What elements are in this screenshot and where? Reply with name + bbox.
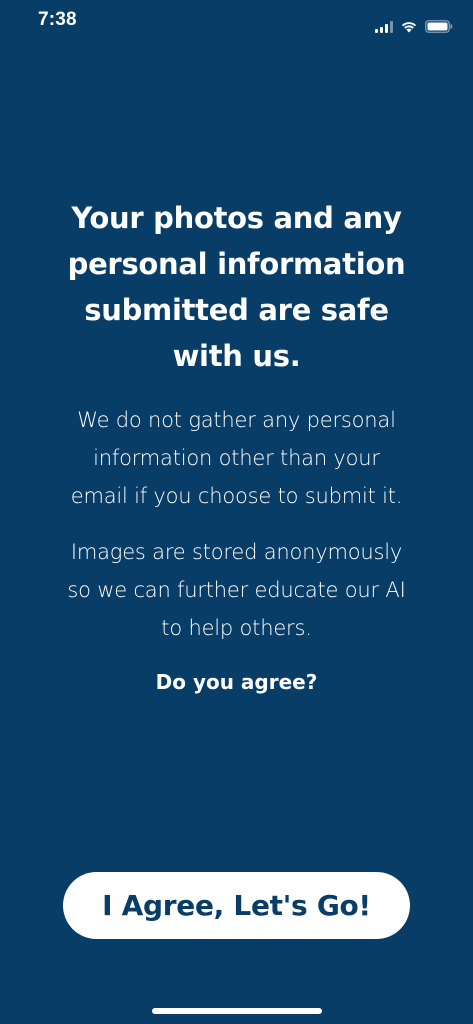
headline-line: Your photos and any	[71, 201, 402, 235]
paragraph-line: so we can further educate our AI	[67, 578, 406, 602]
headline-line: personal information	[67, 247, 406, 281]
home-indicator[interactable]	[152, 1008, 322, 1014]
consent-headline: Your photos and any personal information…	[30, 195, 443, 379]
consent-content: Your photos and any personal information…	[30, 195, 443, 697]
cellular-signal-icon	[375, 20, 393, 33]
storage-paragraph: Images are stored anonymously so we can …	[30, 533, 443, 647]
headline-line: submitted are safe	[84, 293, 389, 327]
paragraph-line: email if you choose to submit it.	[70, 484, 403, 508]
paragraph-line: to help others.	[161, 616, 312, 640]
consent-screen: 7:38 Your photos and any personal inform…	[0, 0, 473, 1024]
status-bar: 7:38	[0, 0, 473, 44]
wifi-icon	[400, 20, 418, 33]
status-icons	[375, 20, 453, 33]
agree-button[interactable]: I Agree, Let's Go!	[63, 872, 410, 939]
status-time: 7:38	[38, 9, 77, 30]
paragraph-line: Images are stored anonymously	[70, 540, 403, 564]
paragraph-line: We do not gather any personal	[77, 408, 396, 432]
battery-icon	[425, 20, 453, 33]
privacy-paragraph: We do not gather any personal informatio…	[30, 401, 443, 515]
headline-line: with us.	[172, 339, 301, 373]
paragraph-line: information other than your	[93, 446, 380, 470]
agree-question: Do you agree?	[155, 670, 318, 694]
